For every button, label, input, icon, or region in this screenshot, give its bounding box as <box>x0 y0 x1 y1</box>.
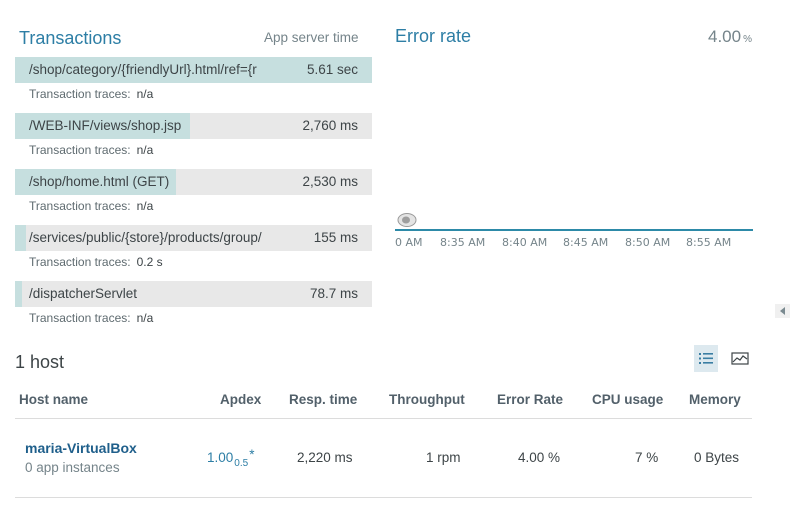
x-tick-label: 8:55 AM <box>686 236 731 249</box>
list-icon <box>699 353 713 364</box>
host-name-link[interactable]: maria-VirtualBox <box>25 440 137 456</box>
transaction-name: /shop/home.html (GET) <box>29 174 170 189</box>
transaction-row[interactable]: /WEB-INF/views/shop.jsp 2,760 ms <box>15 113 372 139</box>
transaction-traces: Transaction traces: n/a <box>29 87 153 101</box>
traces-label: Transaction traces: <box>29 311 131 325</box>
table-footer-divider <box>15 497 752 498</box>
error-rate-title: Error rate <box>395 26 472 46</box>
resp-time-value: 2,220 ms <box>297 450 353 465</box>
collapse-toggle[interactable] <box>775 304 790 318</box>
x-tick-label: 8:50 AM <box>625 236 670 249</box>
column-throughput[interactable]: Throughput <box>389 392 465 407</box>
traces-value: n/a <box>136 311 154 325</box>
chart-icon <box>731 352 749 365</box>
apdex-mark: * <box>249 447 255 462</box>
column-error-rate[interactable]: Error Rate <box>497 392 563 407</box>
hosts-title: 1 host <box>15 352 65 372</box>
column-memory[interactable]: Memory <box>689 392 741 407</box>
transaction-name: /services/public/{store}/products/group/ <box>29 230 262 245</box>
transaction-row[interactable]: /shop/category/{friendlyUrl}.html/ref={r… <box>15 57 372 83</box>
transaction-row[interactable]: /dispatcherServlet 78.7 ms <box>15 281 372 307</box>
traces-value: n/a <box>136 143 154 157</box>
error-rate-cell: 4.00 % <box>518 450 561 465</box>
host-instances: 0 app instances <box>25 460 120 475</box>
traces-label: Transaction traces: <box>29 199 131 213</box>
column-host-name[interactable]: Host name <box>19 392 88 407</box>
cpu-value: 7 % <box>635 450 659 465</box>
transaction-traces: Transaction traces: n/a <box>29 199 153 213</box>
chart-marker <box>397 213 417 227</box>
x-tick-label: 0 AM <box>395 236 423 249</box>
transaction-name: /WEB-INF/views/shop.jsp <box>29 118 182 133</box>
transaction-time: 78.7 ms <box>309 286 358 301</box>
apdex-value: 1.00 <box>207 450 234 465</box>
transactions-title: Transactions <box>19 28 122 48</box>
memory-value: 0 Bytes <box>694 450 740 465</box>
transaction-time: 2,530 ms <box>302 174 358 189</box>
transaction-time: 5.61 sec <box>306 62 358 77</box>
traces-label: Transaction traces: <box>29 143 131 157</box>
transaction-name: /dispatcherServlet <box>29 286 138 301</box>
traces-label: Transaction traces: <box>29 255 131 269</box>
column-apdex[interactable]: Apdex <box>220 392 261 407</box>
traces-label: Transaction traces: <box>29 87 131 101</box>
chart-view-button[interactable] <box>728 345 752 372</box>
transaction-time: 2,760 ms <box>302 118 358 133</box>
transaction-row[interactable]: /shop/home.html (GET) 2,530 ms <box>15 169 372 195</box>
error-rate-chart: 0 AM 8:35 AM 8:40 AM 8:45 AM 8:50 AM 8:55 AM <box>395 213 753 249</box>
column-resp-time[interactable]: Resp. time <box>289 392 357 407</box>
throughput-value: 1 rpm <box>426 450 461 465</box>
x-tick-label: 8:40 AM <box>502 236 547 249</box>
caret-left-icon <box>780 307 785 315</box>
error-rate-unit: % <box>743 34 752 45</box>
transaction-name: /shop/category/{friendlyUrl}.html/ref={r <box>29 62 257 77</box>
traces-value: 0.2 s <box>136 255 163 269</box>
transaction-time: 155 ms <box>313 230 358 245</box>
transactions-subtitle: App server time <box>264 30 359 45</box>
traces-value: n/a <box>136 87 154 101</box>
x-tick-label: 8:45 AM <box>563 236 608 249</box>
transaction-traces: Transaction traces: n/a <box>29 143 153 157</box>
transaction-traces: Transaction traces: n/a <box>29 311 153 325</box>
transaction-row[interactable]: /services/public/{store}/products/group/… <box>15 225 372 251</box>
apdex-threshold: 0.5 <box>234 458 249 469</box>
apdex-score[interactable]: 1.000.5* <box>207 447 255 469</box>
list-view-button[interactable] <box>694 345 718 372</box>
transaction-bar <box>15 225 26 251</box>
error-rate-value: 4.00% <box>708 27 752 47</box>
transaction-traces: Transaction traces: 0.2 s <box>29 255 163 269</box>
x-axis-ticks: 0 AM 8:35 AM 8:40 AM 8:45 AM 8:50 AM 8:55 AM <box>395 236 731 249</box>
x-tick-label: 8:35 AM <box>440 236 485 249</box>
error-rate-number: 4.00 <box>708 27 742 46</box>
transaction-bar <box>15 281 23 307</box>
table-header-divider <box>15 418 752 419</box>
traces-value: n/a <box>136 199 154 213</box>
column-cpu-usage[interactable]: CPU usage <box>592 392 663 407</box>
